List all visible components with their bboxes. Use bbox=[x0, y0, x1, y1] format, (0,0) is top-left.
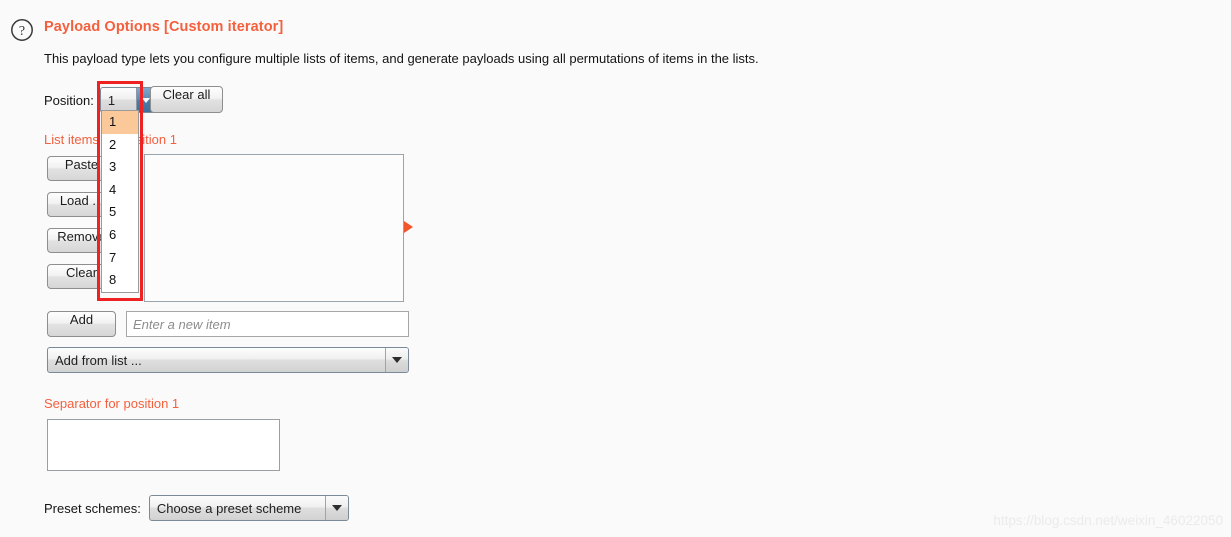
position-select-value: 1 bbox=[107, 92, 116, 108]
add-from-list-value: Add from list ... bbox=[55, 352, 142, 368]
add-button[interactable]: Add bbox=[47, 311, 116, 337]
position-option[interactable]: 8 bbox=[102, 269, 138, 292]
play-triangle-icon bbox=[404, 221, 413, 233]
page-description: This payload type lets you configure mul… bbox=[44, 51, 759, 66]
help-icon[interactable]: ? bbox=[10, 18, 34, 42]
position-option[interactable]: 5 bbox=[102, 201, 138, 224]
new-item-input[interactable] bbox=[126, 311, 409, 337]
add-from-list-select[interactable]: Add from list ... bbox=[47, 347, 409, 373]
position-option[interactable]: 6 bbox=[102, 224, 138, 247]
separator-input[interactable] bbox=[47, 419, 280, 471]
watermark: https://blog.csdn.net/weixin_46022050 bbox=[993, 513, 1223, 528]
clear-all-button[interactable]: Clear all bbox=[150, 86, 223, 113]
separator-label: Separator for position 1 bbox=[44, 396, 180, 411]
preset-scheme-value: Choose a preset scheme bbox=[156, 500, 302, 516]
preset-schemes-row: Preset schemes: Choose a preset scheme bbox=[44, 495, 349, 521]
position-option[interactable]: 2 bbox=[102, 134, 138, 157]
svg-text:?: ? bbox=[19, 24, 25, 39]
chevron-down-icon bbox=[324, 496, 348, 520]
position-option[interactable]: 3 bbox=[102, 156, 138, 179]
chevron-down-icon bbox=[385, 348, 408, 372]
preset-schemes-label: Preset schemes: bbox=[44, 500, 141, 516]
page-title: Payload Options [Custom iterator] bbox=[44, 19, 284, 35]
position-option[interactable]: 4 bbox=[102, 179, 138, 202]
position-option[interactable]: 1 bbox=[102, 111, 138, 134]
position-option[interactable]: 7 bbox=[102, 247, 138, 270]
preset-scheme-select[interactable]: Choose a preset scheme bbox=[148, 495, 349, 521]
position-label: Position: bbox=[44, 92, 94, 108]
list-items-box[interactable] bbox=[144, 154, 404, 302]
position-select-options[interactable]: 12345678 bbox=[101, 110, 139, 293]
